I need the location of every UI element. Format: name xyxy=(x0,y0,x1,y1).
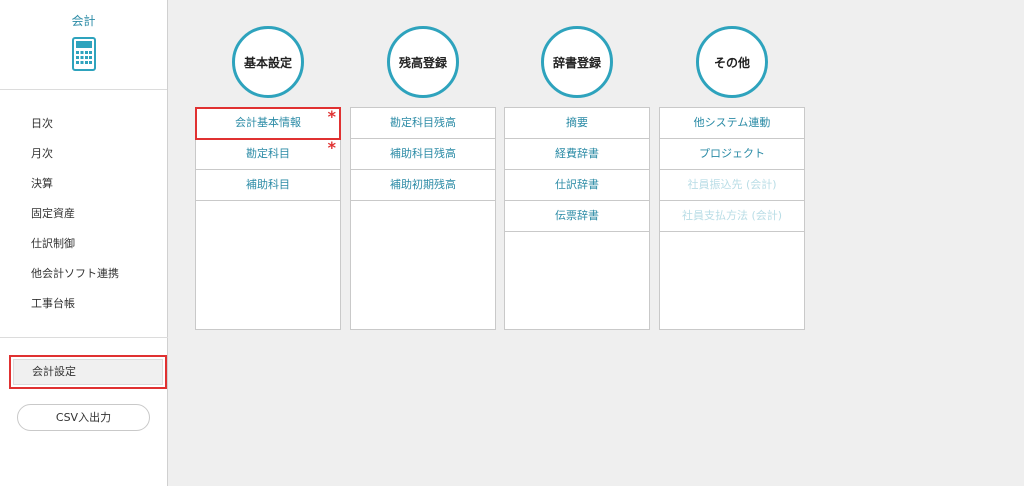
sidebar-item-daily[interactable]: 日次 xyxy=(0,109,167,139)
menu-item-sub-account-balance[interactable]: 補助科目残高 xyxy=(351,139,495,170)
menu-item-label: 補助科目 xyxy=(246,178,290,191)
menu-item-label: 会計基本情報 xyxy=(235,116,301,129)
column-title: 残高登録 xyxy=(387,26,459,98)
column-list: 他システム連動 プロジェクト 社員振込先 (会計) 社員支払方法 (会計) xyxy=(659,107,805,330)
sidebar-nav: 日次 月次 決算 固定資産 仕訳制御 他会計ソフト連携 工事台帳 xyxy=(0,90,167,319)
column-balance-registration: 残高登録 勘定科目残高 補助科目残高 補助初期残高 xyxy=(350,26,496,330)
accounting-settings-button[interactable]: 会計設定 xyxy=(9,355,167,389)
column-dictionary-registration: 辞書登録 摘要 経費辞書 仕訳辞書 伝票辞書 xyxy=(504,26,650,330)
app-title: 会計 xyxy=(71,14,96,28)
column-list: 会計基本情報 * 勘定科目 * 補助科目 xyxy=(195,107,341,330)
column-basic-settings: 基本設定 会計基本情報 * 勘定科目 * 補助科目 xyxy=(195,26,341,330)
column-title: 基本設定 xyxy=(232,26,304,98)
sidebar-item-fixed-assets[interactable]: 固定資産 xyxy=(0,199,167,229)
menu-item-accounts[interactable]: 勘定科目 * xyxy=(196,138,340,170)
calculator-icon xyxy=(71,37,96,71)
sidebar-item-other-software[interactable]: 他会計ソフト連携 xyxy=(0,259,167,289)
menu-item-slip-dictionary[interactable]: 伝票辞書 xyxy=(505,201,649,232)
column-title: その他 xyxy=(696,26,768,98)
menu-item-account-balance[interactable]: 勘定科目残高 xyxy=(351,108,495,139)
column-title: 辞書登録 xyxy=(541,26,613,98)
sidebar-item-journal-control[interactable]: 仕訳制御 xyxy=(0,229,167,259)
csv-io-button[interactable]: CSV入出力 xyxy=(17,404,150,431)
column-list: 摘要 経費辞書 仕訳辞書 伝票辞書 xyxy=(504,107,650,330)
sidebar-item-construction-ledger[interactable]: 工事台帳 xyxy=(0,289,167,319)
sidebar: 会計 日次 月次 決算 固定資産 仕訳制御 他会計ソフト連携 工事台帳 会計設定… xyxy=(0,0,168,486)
sidebar-divider xyxy=(0,337,168,338)
column-other: その他 他システム連動 プロジェクト 社員振込先 (会計) 社員支払方法 (会計… xyxy=(659,26,805,330)
menu-item-summary[interactable]: 摘要 xyxy=(505,108,649,139)
menu-item-expense-dictionary[interactable]: 経費辞書 xyxy=(505,139,649,170)
menu-item-journal-dictionary[interactable]: 仕訳辞書 xyxy=(505,170,649,201)
column-list: 勘定科目残高 補助科目残高 補助初期残高 xyxy=(350,107,496,330)
menu-item-sub-initial-balance[interactable]: 補助初期残高 xyxy=(351,170,495,201)
app-header: 会計 xyxy=(0,0,167,90)
menu-item-label: 勘定科目 xyxy=(246,147,290,160)
menu-item-system-link[interactable]: 他システム連動 xyxy=(660,108,804,139)
sidebar-item-closing[interactable]: 決算 xyxy=(0,169,167,199)
menu-item-employee-payment-method: 社員支払方法 (会計) xyxy=(660,201,804,232)
sidebar-item-monthly[interactable]: 月次 xyxy=(0,139,167,169)
required-mark: * xyxy=(327,107,336,126)
menu-item-sub-accounts[interactable]: 補助科目 xyxy=(196,170,340,201)
accounting-settings-label: 会計設定 xyxy=(13,359,163,385)
menu-item-employee-transfer-dest: 社員振込先 (会計) xyxy=(660,170,804,201)
menu-item-company-info[interactable]: 会計基本情報 * xyxy=(195,107,341,140)
menu-item-project[interactable]: プロジェクト xyxy=(660,139,804,170)
